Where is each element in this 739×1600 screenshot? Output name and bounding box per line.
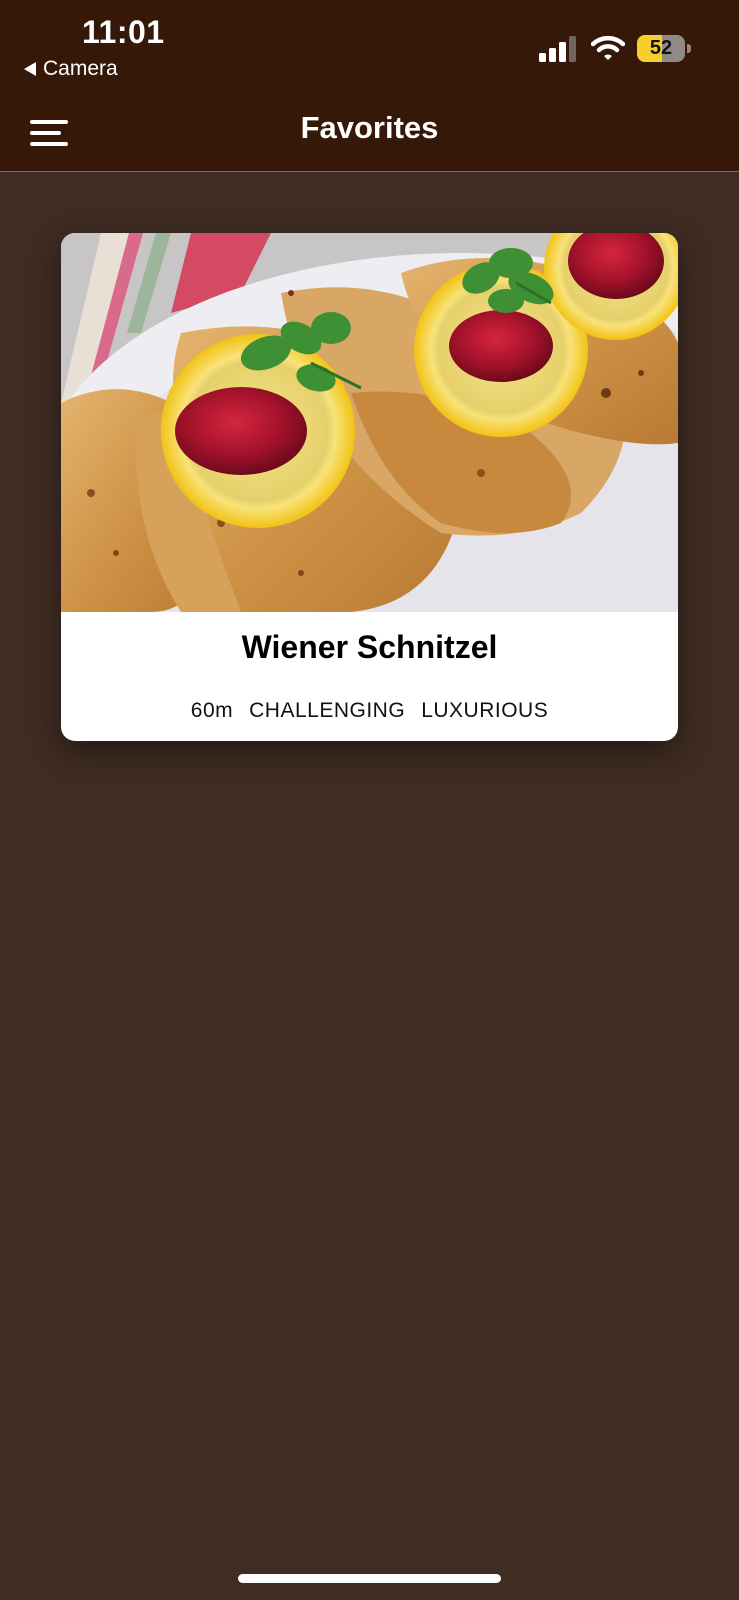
battery-nub <box>687 44 691 53</box>
battery-indicator: 52 <box>637 35 691 62</box>
back-label: Camera <box>43 57 118 80</box>
status-time: 11:01 <box>82 14 165 50</box>
battery-percentage: 52 <box>649 37 673 59</box>
meal-affordability: LUXURIOUS <box>421 699 549 722</box>
home-indicator[interactable] <box>238 1574 501 1583</box>
meal-card[interactable]: Wiener Schnitzel 60m CHALLENGING LUXURIO… <box>61 233 678 741</box>
battery-body: 52 <box>637 35 685 62</box>
meal-duration: 60m <box>190 699 234 722</box>
meal-title: Wiener Schnitzel <box>241 629 498 665</box>
app-header: 11:01 Camera 52 Favorites <box>0 0 739 172</box>
meal-details: 60m CHALLENGING LUXURIOUS <box>61 699 678 723</box>
page-title: Favorites <box>300 110 439 145</box>
back-arrow-icon <box>24 62 36 76</box>
meal-complexity: CHALLENGING <box>249 699 406 722</box>
meal-image <box>61 233 678 612</box>
cellular-signal-icon <box>539 36 576 62</box>
wifi-icon <box>591 35 625 60</box>
back-to-camera-link[interactable]: Camera <box>24 57 118 81</box>
